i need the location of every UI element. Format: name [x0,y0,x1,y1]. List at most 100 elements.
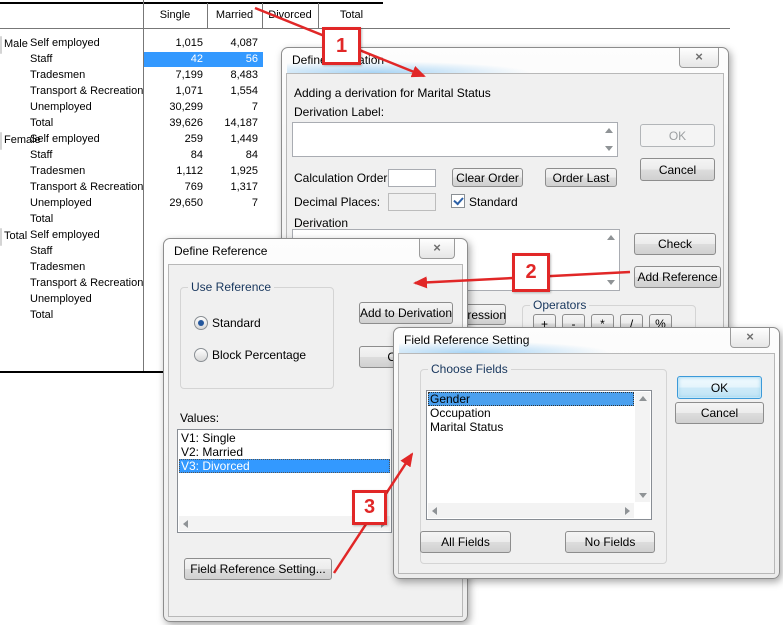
cell-value: 769 [144,180,203,195]
edit-scrollbar[interactable] [603,231,618,289]
row-label: Total [30,212,53,227]
cell-value: 1,317 [208,180,258,195]
cell-value: 4,087 [208,36,258,51]
values-list-items: V1: SingleV2: MarriedV3: Divorced [179,431,390,473]
list-item[interactable]: V1: Single [179,431,390,445]
ok-button[interactable]: OK [677,376,762,399]
no-fields-button[interactable]: No Fields [565,531,655,553]
scroll-down-icon[interactable] [605,146,613,151]
choose-fields-group-label: Choose Fields [428,362,511,376]
close-icon[interactable]: × [679,48,719,68]
fields-list-items: GenderOccupationMarital Status [428,392,634,434]
cell-value: 7,199 [144,68,203,83]
cell-value: 1,071 [144,84,203,99]
intro-text: Adding a derivation for Marital Status [294,86,491,100]
calculation-order-caption: Calculation Order: [294,171,391,185]
scroll-left-icon[interactable] [432,507,437,515]
row-label: Unemployed [30,100,92,115]
column-header-married[interactable]: Married [207,9,262,21]
standard-checkbox[interactable] [451,194,465,208]
check-button[interactable]: Check [634,233,716,255]
cancel-button[interactable]: Cancel [675,402,764,424]
order-last-button[interactable]: Order Last [545,168,617,187]
cell-value: 84 [208,148,258,163]
row-label: Transport & Recreation [30,180,143,195]
row-label: Total [30,308,53,323]
list-item[interactable]: Marital Status [428,420,634,434]
scroll-up-icon[interactable] [607,235,615,240]
decimal-places-caption: Decimal Places: [294,195,380,209]
list-item[interactable]: V2: Married [179,445,390,459]
use-reference-group-label: Use Reference [188,280,274,294]
cell-value: 42 [144,52,203,67]
values-caption: Values: [180,411,219,425]
cell-value: 1,112 [144,164,203,179]
cell-value: 1,015 [144,36,203,51]
cell-value: 84 [144,148,203,163]
cell-value: 1,925 [208,164,258,179]
scroll-down-icon[interactable] [607,280,615,285]
scroll-left-icon[interactable] [183,520,188,528]
table-bottom-line [0,371,163,373]
standard-radio-label: Standard [212,316,261,330]
row-label: Staff [30,244,52,259]
cancel-button[interactable]: Cancel [640,158,715,181]
cell-value: 39,626 [144,116,203,131]
close-icon[interactable]: × [730,328,770,348]
list-item[interactable]: V3: Divorced [179,459,390,473]
step-2-badge: 2 [512,253,550,292]
scroll-right-icon[interactable] [625,507,630,515]
horizontal-scrollbar[interactable] [428,503,634,518]
column-header-divorced[interactable]: Divorced [262,9,318,21]
titlebar-glow [399,341,611,353]
column-header-total[interactable]: Total [318,9,385,21]
row-label: Staff [30,148,52,163]
all-fields-button[interactable]: All Fields [420,531,511,553]
header-underline [0,28,730,29]
decimal-places-input[interactable] [388,193,436,211]
column-header-single[interactable]: Single [143,9,207,21]
clear-order-button[interactable]: Clear Order [452,168,523,187]
row-label: Staff [30,52,52,67]
operators-group-label: Operators [530,298,589,312]
scroll-down-icon[interactable] [639,493,647,498]
step-1-badge: 1 [322,27,361,65]
standard-radio[interactable] [194,316,208,330]
add-reference-button[interactable]: Add Reference [634,266,721,288]
row-label: Total [30,116,53,131]
row-label: Self employed [30,132,100,147]
derivation-label-input[interactable] [292,122,618,157]
derivation-section-caption: Derivation [294,216,348,230]
scroll-up-icon[interactable] [605,128,613,133]
standard-checkbox-label: Standard [469,195,518,209]
cell-value: 7 [208,100,258,115]
derivation-label-caption: Derivation Label: [294,105,384,119]
close-icon[interactable]: × [419,239,455,259]
cell-value: 7 [208,196,258,211]
block-percentage-radio[interactable] [194,348,208,362]
dialog-title: Define Reference [174,244,267,258]
cell-value: 29,650 [144,196,203,211]
table-top-line [0,2,383,4]
cell-value: 8,483 [208,68,258,83]
row-label: Tradesmen [30,260,85,275]
vertical-scrollbar[interactable] [635,392,650,502]
list-item[interactable]: Gender [428,392,634,406]
cell-value: 1,554 [208,84,258,99]
list-item[interactable]: Occupation [428,406,634,420]
calculation-order-input[interactable] [388,169,436,187]
row-label: Unemployed [30,292,92,307]
fields-listbox[interactable]: GenderOccupationMarital Status [426,390,652,520]
ok-button[interactable]: OK [640,124,715,147]
cell-value: 56 [208,52,258,67]
add-to-derivation-button[interactable]: Add to Derivation [359,302,453,324]
scroll-up-icon[interactable] [639,396,647,401]
dialog-body: Choose Fields GenderOccupationMarital St… [398,353,775,574]
cell-value: 30,299 [144,100,203,115]
row-label: Tradesmen [30,164,85,179]
edit-scrollbar[interactable] [601,124,616,155]
row-label: Self employed [30,228,100,243]
field-reference-setting-button[interactable]: Field Reference Setting... [184,558,332,580]
field-reference-setting-dialog: Field Reference Setting × Choose Fields … [393,327,780,579]
row-label: Self employed [30,36,100,51]
